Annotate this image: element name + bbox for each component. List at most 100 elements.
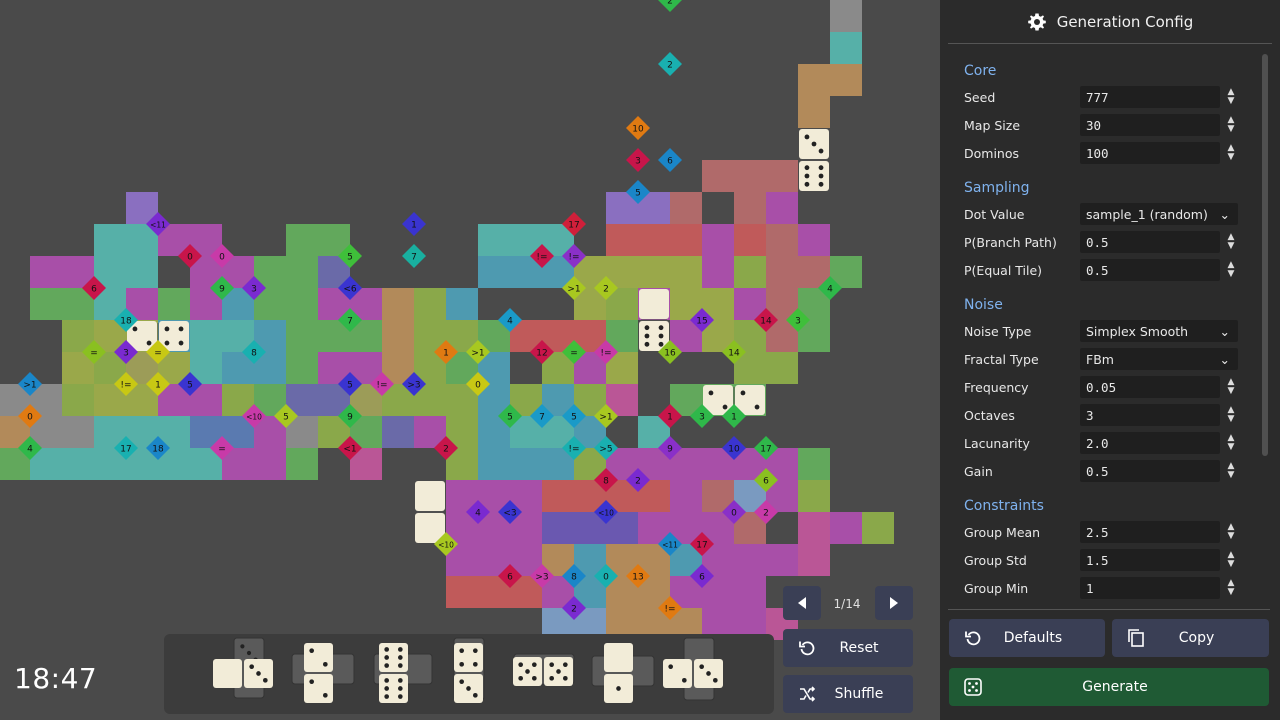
lacunarity-input[interactable]: 2.0 [1080, 432, 1220, 454]
generate-button[interactable]: Generate [949, 668, 1269, 706]
board-cell[interactable] [670, 480, 702, 512]
board-cell[interactable] [766, 352, 798, 384]
board-cell[interactable] [62, 448, 94, 480]
frequency-spinner[interactable]: ▲ ▼ [1224, 376, 1238, 398]
board-cell[interactable] [670, 224, 702, 256]
board-cell[interactable] [286, 224, 318, 256]
p-branch-spinner[interactable]: ▲ ▼ [1224, 231, 1238, 253]
board-cell[interactable] [286, 352, 318, 384]
shuffle-button[interactable]: Shuffle [783, 675, 913, 713]
board-cell[interactable] [30, 256, 62, 288]
tray-dominos[interactable] [164, 634, 774, 714]
board-cell[interactable] [478, 448, 510, 480]
board-cell[interactable] [30, 288, 62, 320]
board-cell[interactable] [286, 320, 318, 352]
board-cell[interactable] [382, 288, 414, 320]
board-cell[interactable] [830, 64, 862, 96]
board-cell[interactable] [62, 384, 94, 416]
board-cell[interactable] [734, 256, 766, 288]
board-cell[interactable] [862, 512, 894, 544]
board-cell[interactable] [830, 512, 862, 544]
spin-down-icon[interactable]: ▼ [1228, 270, 1235, 279]
group-mean-input[interactable]: 2.5 [1080, 521, 1220, 543]
board-cell[interactable] [414, 288, 446, 320]
dot-value-select[interactable]: sample_1 (random) ⌄ [1080, 203, 1238, 225]
spin-down-icon[interactable]: ▼ [1228, 97, 1235, 106]
spin-down-icon[interactable]: ▼ [1228, 153, 1235, 162]
octaves-spinner[interactable]: ▲ ▼ [1224, 404, 1238, 426]
board-cell[interactable] [702, 256, 734, 288]
domino[interactable] [663, 659, 723, 688]
spin-down-icon[interactable]: ▼ [1228, 242, 1235, 251]
board-cell[interactable] [638, 256, 670, 288]
next-page-button[interactable] [875, 586, 913, 620]
board-cell[interactable] [286, 256, 318, 288]
reset-button[interactable]: Reset [783, 629, 913, 667]
p-equal-input[interactable]: 0.5 [1080, 259, 1220, 281]
board-cell[interactable] [734, 224, 766, 256]
p-equal-spinner[interactable]: ▲ ▼ [1224, 259, 1238, 281]
map-size-spinner[interactable]: ▲ ▼ [1224, 114, 1238, 136]
spin-down-icon[interactable]: ▼ [1228, 560, 1235, 569]
dominos-input[interactable]: 100 [1080, 142, 1220, 164]
domino[interactable] [304, 643, 333, 703]
domino[interactable] [379, 643, 408, 703]
board-cell[interactable] [286, 288, 318, 320]
panel-scrollbar[interactable] [1262, 54, 1268, 456]
domino[interactable] [799, 129, 829, 191]
spin-down-icon[interactable]: ▼ [1228, 443, 1235, 452]
board-cell[interactable] [62, 416, 94, 448]
board-cell[interactable] [638, 224, 670, 256]
group-min-spinner[interactable]: ▲ ▼ [1224, 577, 1238, 599]
board-cell[interactable] [254, 448, 286, 480]
board-cell[interactable] [542, 512, 574, 544]
board-cell[interactable] [94, 224, 126, 256]
board-cell[interactable] [382, 320, 414, 352]
board-cell[interactable] [766, 544, 798, 576]
domino[interactable] [454, 643, 483, 703]
domino-tray[interactable] [164, 634, 774, 714]
group-std-input[interactable]: 1.5 [1080, 549, 1220, 571]
copy-button[interactable]: Copy [1112, 619, 1269, 657]
board-cell[interactable] [766, 192, 798, 224]
board-cell[interactable] [766, 160, 798, 192]
domino[interactable] [513, 657, 573, 686]
board-cell[interactable] [158, 288, 190, 320]
gain-input[interactable]: 0.5 [1080, 460, 1220, 482]
spin-down-icon[interactable]: ▼ [1228, 125, 1235, 134]
board-cell[interactable] [798, 64, 830, 96]
domino[interactable] [415, 481, 445, 543]
spin-down-icon[interactable]: ▼ [1228, 387, 1235, 396]
board-cell[interactable] [446, 576, 478, 608]
board-cell[interactable] [702, 160, 734, 192]
domino[interactable] [213, 659, 273, 688]
fractal-type-select[interactable]: FBm ⌄ [1080, 348, 1238, 370]
board-cell[interactable] [798, 96, 830, 128]
board-cell[interactable] [798, 448, 830, 480]
p-branch-input[interactable]: 0.5 [1080, 231, 1220, 253]
board-cell[interactable] [670, 256, 702, 288]
board-cell[interactable] [798, 480, 830, 512]
spin-down-icon[interactable]: ▼ [1228, 471, 1235, 480]
board-cell[interactable] [702, 224, 734, 256]
board-cell[interactable] [734, 544, 766, 576]
spin-down-icon[interactable]: ▼ [1228, 588, 1235, 597]
board-cell[interactable] [126, 256, 158, 288]
board-cell[interactable] [382, 416, 414, 448]
config-scroll-area[interactable]: Core Seed 777 ▲ ▼ Map Size 30 ▲ ▼ Dominos … [948, 52, 1272, 604]
board-cell[interactable] [670, 192, 702, 224]
noise-type-select[interactable]: Simplex Smooth ⌄ [1080, 320, 1238, 342]
board-cell[interactable] [830, 32, 862, 64]
board-cell[interactable] [286, 448, 318, 480]
board-cell[interactable] [766, 256, 798, 288]
group-min-input[interactable]: 1 [1080, 577, 1220, 599]
lacunarity-spinner[interactable]: ▲ ▼ [1224, 432, 1238, 454]
group-std-spinner[interactable]: ▲ ▼ [1224, 549, 1238, 571]
board-cell[interactable] [446, 288, 478, 320]
board-cell[interactable] [478, 256, 510, 288]
board-cell[interactable] [798, 544, 830, 576]
spin-down-icon[interactable]: ▼ [1228, 415, 1235, 424]
defaults-button[interactable]: Defaults [949, 619, 1105, 657]
domino[interactable] [639, 289, 669, 351]
frequency-input[interactable]: 0.05 [1080, 376, 1220, 398]
